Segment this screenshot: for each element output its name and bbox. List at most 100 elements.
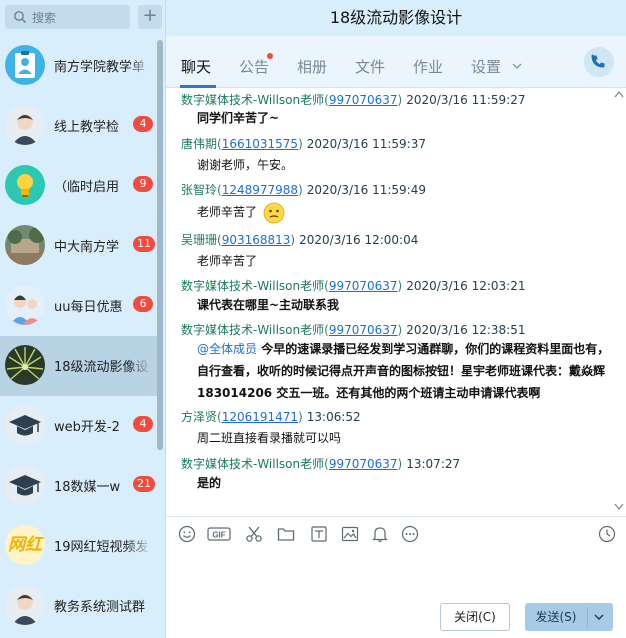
- send-divider: [587, 607, 588, 627]
- user-avatar-icon: [5, 105, 45, 145]
- message-qq-link[interactable]: 903168813: [222, 233, 291, 247]
- scroll-up-icon[interactable]: [614, 90, 624, 98]
- message-text: 课代表在哪里~主动联系我: [197, 298, 340, 312]
- message-time: 13:06:52: [306, 410, 361, 424]
- message-sender[interactable]: 唐伟期: [181, 137, 217, 151]
- conversation-name: 教务系统测试群: [54, 600, 146, 615]
- message-sender[interactable]: 数字媒体技术-Willson老师: [181, 93, 324, 107]
- send-label: 发送(S): [535, 610, 577, 624]
- message-header: 数字媒体技术-Willson老师(997070637) 2020/3/16 12:…: [181, 279, 526, 293]
- avatar-logo-text: 网红: [8, 535, 42, 555]
- conversation-item[interactable]: 南方学院教学单: [0, 36, 158, 96]
- mention-all-link[interactable]: @全体成员: [197, 342, 257, 356]
- message-header: 数字媒体技术-Willson老师(997070637) 13:07:27: [181, 457, 461, 471]
- conversation-item[interactable]: 网红 19网红短视频发: [0, 516, 158, 576]
- add-button[interactable]: +: [138, 5, 162, 29]
- search-icon: [14, 11, 27, 24]
- tab-album[interactable]: 相册: [297, 56, 327, 77]
- bell-icon[interactable]: [371, 525, 389, 543]
- message-sender[interactable]: 数字媒体技术-Willson老师: [181, 279, 324, 293]
- chevron-down-icon[interactable]: [593, 612, 605, 622]
- unread-badge: 21: [133, 476, 155, 492]
- svg-text:GIF: GIF: [212, 531, 225, 540]
- message-text: 老师辛苦了: [197, 205, 258, 219]
- tab-files[interactable]: 文件: [355, 56, 385, 77]
- message-sender[interactable]: 数字媒体技术-Willson老师: [181, 323, 324, 337]
- avatar: [5, 585, 45, 625]
- input-toolbar: GIF: [166, 516, 626, 550]
- message-qq-link[interactable]: 997070637: [329, 93, 398, 107]
- thinking-emoji-icon: [263, 202, 285, 223]
- avatar: [5, 45, 45, 85]
- message-header: 唐伟期(1661031575) 2020/3/16 11:59:37: [181, 137, 426, 151]
- conversation-item[interactable]: 18数媒一w 21: [0, 456, 158, 516]
- conversation-item[interactable]: 教务系统测试群: [0, 576, 158, 636]
- conversation-item[interactable]: （临时启用 9: [0, 156, 158, 216]
- message-qq-link[interactable]: 997070637: [329, 279, 398, 293]
- tab-homework[interactable]: 作业: [413, 56, 443, 77]
- graduation-cap-icon: [5, 465, 45, 505]
- conversation-item-active[interactable]: 18级流动影像设: [0, 336, 158, 396]
- message-text: 老师辛苦了: [197, 254, 258, 268]
- avatar: [5, 285, 45, 325]
- message-time: 2020/3/16 12:00:04: [299, 233, 419, 247]
- message-sender[interactable]: 方泽贤: [181, 410, 217, 424]
- unread-badge: 4: [133, 116, 153, 132]
- scissors-icon[interactable]: [245, 525, 263, 543]
- message-time: 2020/3/16 11:59:37: [306, 137, 426, 151]
- message-sender[interactable]: 吴珊珊: [181, 233, 217, 247]
- rich-text-icon[interactable]: [310, 525, 328, 543]
- avatar: [5, 165, 45, 205]
- id-card-icon: [5, 45, 45, 85]
- conversation-item[interactable]: web开发-2 4: [0, 396, 158, 456]
- lightbulb-icon: [5, 165, 45, 205]
- message-qq-link[interactable]: 1206191471: [222, 410, 298, 424]
- conversation-item[interactable]: uu每日优惠 6: [0, 276, 158, 336]
- avatar: [5, 225, 45, 265]
- avatar: 网红: [5, 525, 45, 565]
- call-button[interactable]: [584, 47, 614, 77]
- plus-icon: +: [142, 5, 158, 26]
- conversation-name: 18级流动影像设: [54, 360, 149, 375]
- history-clock-icon[interactable]: [598, 525, 616, 543]
- message-header: 数字媒体技术-Willson老师(997070637) 2020/3/16 11:…: [181, 93, 526, 107]
- message-input[interactable]: [166, 550, 626, 598]
- tab-chat[interactable]: 聊天: [181, 56, 211, 77]
- scroll-down-icon[interactable]: [614, 503, 624, 511]
- avatar: [5, 465, 45, 505]
- sidebar-scrollbar[interactable]: [157, 40, 163, 450]
- message-time: 2020/3/16 11:59:27: [406, 93, 526, 107]
- message-qq-link[interactable]: 997070637: [329, 457, 398, 471]
- gif-icon[interactable]: GIF: [207, 525, 231, 543]
- conversation-item[interactable]: 线上教学检 4: [0, 96, 158, 156]
- more-icon[interactable]: [401, 525, 419, 543]
- message-text: 周二班直接看录播就可以吗: [197, 431, 342, 445]
- close-button[interactable]: 关闭(C): [440, 603, 510, 631]
- message-header: 吴珊珊(903168813) 2020/3/16 12:00:04: [181, 233, 419, 247]
- unread-badge: 11: [133, 236, 155, 252]
- search-input[interactable]: 搜索: [5, 5, 130, 29]
- unread-badge: 6: [133, 296, 153, 312]
- search-placeholder: 搜索: [32, 11, 57, 25]
- message-qq-link[interactable]: 997070637: [329, 323, 398, 337]
- family-avatar-icon: [5, 285, 45, 325]
- conversation-item[interactable]: 中大南方学 11: [0, 216, 158, 276]
- tab-settings[interactable]: 设置: [471, 56, 501, 77]
- message-qq-link[interactable]: 1661031575: [222, 137, 298, 151]
- chevron-down-icon[interactable]: [511, 60, 523, 72]
- message-qq-link[interactable]: 1248977988: [222, 183, 298, 197]
- unread-badge: 4: [133, 416, 153, 432]
- avatar: [5, 405, 45, 445]
- conversation-name: 19网红短视频发: [54, 540, 149, 555]
- message-sender[interactable]: 张智玲: [181, 183, 217, 197]
- message-text: 今早的速课录播已经发到学习通群聊，你们的课程资料里面也有，自行查看，收听的时候记…: [197, 342, 610, 400]
- tab-announcement[interactable]: 公告: [239, 56, 269, 77]
- sidebar: 搜索 + 南方学院教学单 线上教学检 4 （临时启用 9 中大南方学 11 uu…: [0, 0, 166, 638]
- plant-photo-icon: [5, 345, 45, 385]
- image-icon[interactable]: [341, 525, 359, 543]
- folder-icon[interactable]: [277, 525, 295, 543]
- send-button[interactable]: 发送(S): [525, 603, 613, 631]
- message-sender[interactable]: 数字媒体技术-Willson老师: [181, 457, 324, 471]
- emoji-icon[interactable]: [178, 525, 196, 543]
- message-time: 2020/3/16 12:38:51: [406, 323, 526, 337]
